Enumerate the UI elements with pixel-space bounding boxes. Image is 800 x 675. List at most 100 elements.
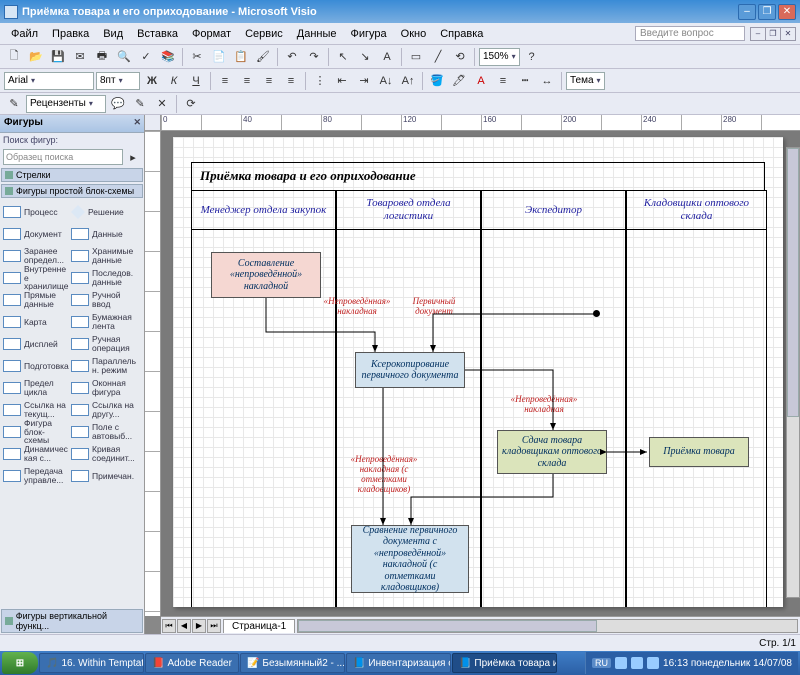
shapes-search-go-button[interactable]: ▸ [125,149,141,165]
help-button[interactable]: ? [522,47,542,67]
font-color-button[interactable]: A [471,71,491,91]
shapes-panel-close-button[interactable]: ✕ [133,117,141,128]
align-center-button[interactable]: ≡ [237,71,257,91]
text-tool-button[interactable]: A [377,47,397,67]
shape-item[interactable]: Дисплей [2,333,70,355]
decrease-font-button[interactable]: A↓ [376,71,396,91]
page-tab-1[interactable]: Страница-1 [223,619,295,633]
diagram-title[interactable]: Приёмка товара и его оприходование [191,162,765,190]
research-button[interactable]: 📚 [158,47,178,67]
menu-data[interactable]: Данные [290,25,344,43]
taskbar-item-3[interactable]: 📝Безымянный2 - ... [240,653,345,673]
menu-shape[interactable]: Фигура [344,25,394,43]
cut-button[interactable]: ✂ [187,47,207,67]
doc-restore-button[interactable]: ❐ [765,27,781,41]
stencil-basic-flowchart[interactable]: Фигуры простой блок-схемы [1,184,143,198]
decrease-indent-button[interactable]: ⇤ [332,71,352,91]
shape-item[interactable]: Процесс [2,201,70,223]
lane-header-1[interactable]: Менеджер отдела закупок [191,190,336,230]
rotate-button[interactable]: ⟲ [450,47,470,67]
fill-color-button[interactable]: 🪣 [427,71,447,91]
ink-button[interactable]: ✎ [4,94,24,114]
tray-icon[interactable] [647,657,659,669]
close-button[interactable]: ✕ [778,4,796,20]
shape-item[interactable]: Внутреннее хранилище [2,267,70,289]
minimize-button[interactable]: ‒ [738,4,756,20]
lane-header-3[interactable]: Экспедитор [481,190,626,230]
shape-item[interactable]: Прямые данные [2,289,70,311]
format-painter-button[interactable]: 🖌 [253,47,273,67]
shape-item[interactable]: Параллельн. режим [70,355,138,377]
taskbar-item-1[interactable]: 🎵16. Within Temptati... [39,653,144,673]
taskbar-item-4[interactable]: 📘Инвентаризация о... [346,653,451,673]
rectangle-tool-button[interactable]: ▭ [406,47,426,67]
save-button[interactable]: 💾 [48,47,68,67]
shape-item[interactable]: Передача управле... [2,465,70,487]
shape-item[interactable]: Бумажная лента [70,311,138,333]
drawing-page[interactable]: Приёмка товара и его оприходование Менед… [173,137,783,607]
menu-window[interactable]: Окно [394,25,434,43]
tray-clock[interactable]: 16:13 понедельник 14/07/08 [663,658,792,669]
language-indicator[interactable]: RU [592,658,611,668]
shape-item[interactable]: Примечан. [70,465,138,487]
doc-close-button[interactable]: ✕ [780,27,796,41]
mail-button[interactable]: ✉ [70,47,90,67]
box-compare[interactable]: Сравнение первичного документа с «непров… [351,525,469,593]
line-pattern-button[interactable]: ┅ [515,71,535,91]
shape-item[interactable]: Фигура блок-схемы [2,421,70,443]
tab-nav-prev[interactable]: ◀ [177,619,191,633]
open-button[interactable]: 📂 [26,47,46,67]
menu-edit[interactable]: Правка [45,25,96,43]
menu-help[interactable]: Справка [433,25,490,43]
shape-item[interactable]: Хранимые данные [70,245,138,267]
shape-item[interactable]: Карта [2,311,70,333]
stencil-arrows[interactable]: Стрелки [1,168,143,182]
maximize-button[interactable]: ❐ [758,4,776,20]
drawing-scrollarea[interactable]: Приёмка товара и его оприходование Менед… [161,131,800,616]
shape-item[interactable]: Оконная фигура [70,377,138,399]
increase-font-button[interactable]: A↑ [398,71,418,91]
shape-item[interactable]: Кривая соединит... [70,443,138,465]
bold-button[interactable]: Ж [142,71,162,91]
shape-item[interactable]: Последов. данные [70,267,138,289]
zoom-combo[interactable]: 150%▾ [479,48,520,66]
menu-view[interactable]: Вид [96,25,130,43]
shape-item[interactable]: Динамическая с... [2,443,70,465]
font-combo[interactable]: Arial▾ [4,72,94,90]
delete-comment-button[interactable]: ✕ [152,94,172,114]
fontsize-combo[interactable]: 8пт▾ [96,72,140,90]
print-button[interactable]: 🖶 [92,47,112,67]
copy-button[interactable]: 📄 [209,47,229,67]
tray-icon[interactable] [615,657,627,669]
menu-file[interactable]: Файл [4,25,45,43]
line-weight-button[interactable]: ≡ [493,71,513,91]
edit-comment-button[interactable]: ✎ [130,94,150,114]
paste-button[interactable]: 📋 [231,47,251,67]
underline-button[interactable]: Ч [186,71,206,91]
shape-item[interactable]: Подготовка [2,355,70,377]
theme-combo[interactable]: Тема▾ [566,72,605,90]
box-acceptance[interactable]: Приёмка товара [649,437,749,467]
menu-tools[interactable]: Сервис [238,25,290,43]
lane-header-2[interactable]: Товаровед отдела логистики [336,190,481,230]
help-search-input[interactable]: Введите вопрос [635,26,745,41]
menu-format[interactable]: Формат [185,25,238,43]
shape-item[interactable]: Поле с автовыб... [70,421,138,443]
tab-nav-first[interactable]: ⏮ [162,619,176,633]
shapes-search-input[interactable]: Образец поиска [3,149,123,165]
connector-tool-button[interactable]: ↘ [355,47,375,67]
align-justify-button[interactable]: ≡ [281,71,301,91]
tray-icon[interactable] [631,657,643,669]
start-button[interactable]: ⊞ [2,652,38,674]
redo-button[interactable]: ↷ [304,47,324,67]
lane-header-4[interactable]: Кладовщики оптового склада [626,190,767,230]
reviewers-combo[interactable]: Рецензенты▾ [26,95,106,113]
shape-item[interactable]: Предел цикла [2,377,70,399]
box-compose-invoice[interactable]: Составление «непроведённой» накладной [211,252,321,298]
bullets-button[interactable]: ⋮ [310,71,330,91]
vertical-scrollbar[interactable] [786,147,800,598]
shape-item[interactable]: Решение [70,201,138,223]
shape-item[interactable]: Данные [70,223,138,245]
italic-button[interactable]: К [164,71,184,91]
print-preview-button[interactable]: 🔍 [114,47,134,67]
